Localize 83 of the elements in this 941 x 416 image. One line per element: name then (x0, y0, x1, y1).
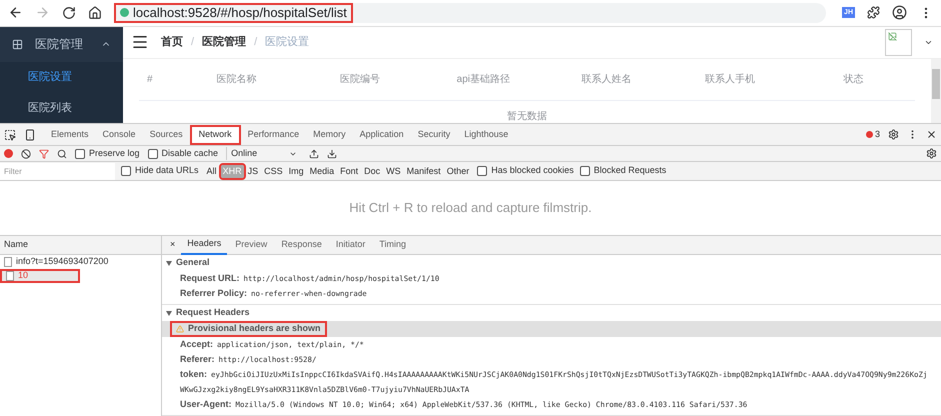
checkbox[interactable] (121, 166, 131, 176)
url-text: localhost:9528/#/hosp/hospitalSet/list (133, 4, 347, 22)
clear-icon[interactable] (21, 148, 31, 158)
checkbox[interactable] (148, 148, 158, 158)
close-button[interactable]: × (166, 238, 180, 252)
column-header: 医院名称 (216, 72, 258, 87)
detail-tab[interactable]: Headers (181, 236, 228, 254)
section-header[interactable]: Request Headers (162, 305, 941, 321)
type-filter[interactable]: Doc (362, 164, 382, 178)
sidebar-item[interactable]: 医院列表 (0, 92, 123, 123)
inspect-icon[interactable] (4, 128, 16, 140)
column-header: 状态 (842, 72, 864, 87)
address-bar[interactable]: localhost:9528/#/hosp/hospitalSet/list (114, 2, 826, 23)
column-header: api基础路径 (456, 72, 511, 87)
blocked-requests-checkbox[interactable]: Blocked Requests (580, 164, 666, 178)
section-header[interactable]: General (162, 255, 941, 271)
warning-icon (176, 325, 184, 333)
broken-image-icon (888, 32, 897, 41)
type-filter[interactable]: Other (444, 164, 472, 178)
device-icon[interactable] (24, 128, 36, 140)
checkbox[interactable] (477, 166, 488, 176)
blocked-cookies-checkbox[interactable]: Has blocked cookies (477, 164, 574, 178)
devtools-tab[interactable]: Elements (44, 124, 96, 144)
type-filter[interactable]: CSS (262, 164, 285, 178)
type-filter[interactable]: Font (338, 164, 360, 178)
name-column-header[interactable]: Name (0, 236, 161, 255)
column-header: 医院编号 (338, 72, 381, 87)
filter-field[interactable]: Filter (0, 162, 115, 180)
type-filter[interactable]: Media (308, 164, 336, 178)
filter-icon[interactable] (39, 148, 49, 158)
type-filter[interactable]: All (204, 164, 219, 178)
error-count[interactable]: 3 (866, 128, 880, 142)
column-header: # (146, 72, 154, 87)
devtools-tab[interactable]: Network (190, 124, 241, 144)
hide-data-urls-checkbox[interactable]: Hide data URLs (121, 164, 199, 178)
sidebar-menu[interactable]: 医院管理 (0, 26, 123, 62)
type-filter[interactable]: Manifest (404, 164, 443, 178)
site-icon (120, 8, 129, 18)
close-icon[interactable] (926, 129, 937, 140)
devtools-tab[interactable]: Performance (240, 124, 306, 144)
breadcrumb-item[interactable]: 医院管理 (202, 34, 246, 51)
devtools-tab[interactable]: Lighthouse (457, 124, 516, 144)
devtools-tab[interactable]: Security (410, 124, 458, 144)
download-icon[interactable] (327, 148, 338, 158)
checkbox[interactable] (75, 148, 85, 158)
preserve-log-checkbox[interactable]: Preserve log (75, 146, 140, 160)
sidebar-item[interactable]: 医院设置 (0, 62, 123, 93)
settings-icon[interactable] (926, 148, 937, 159)
devtools-tab[interactable]: Memory (306, 124, 353, 144)
breadcrumb-separator: / (254, 35, 258, 50)
filmstrip-hint: Hit Ctrl + R to reload and capture filmstrip. (349, 199, 592, 218)
column-header: 联系人手机 (704, 72, 756, 87)
search-icon[interactable] (57, 148, 67, 158)
extensions-icon[interactable] (867, 6, 880, 20)
detail-tab[interactable]: Response (275, 236, 328, 254)
type-filter[interactable]: Img (286, 164, 306, 178)
empty-text: 暂无数据 (507, 110, 547, 123)
type-filter[interactable]: JS (246, 164, 260, 178)
detail-tab[interactable]: Initiator (330, 236, 372, 254)
devtools-tab[interactable]: Console (96, 124, 143, 144)
disable-cache-checkbox[interactable]: Disable cache (148, 146, 218, 160)
grid-icon (12, 38, 23, 50)
request-row[interactable]: info?t=1594693407200 (0, 255, 161, 269)
detail-tab[interactable]: Preview (229, 236, 274, 254)
devtools-tab[interactable]: Sources (142, 124, 190, 144)
settings-icon[interactable] (888, 129, 899, 140)
throttling-select[interactable]: Online (226, 146, 302, 160)
avatar-image[interactable] (885, 28, 912, 56)
upload-icon[interactable] (309, 148, 320, 158)
home-icon[interactable] (88, 6, 102, 20)
checkbox[interactable] (580, 166, 590, 176)
detail-tab[interactable]: Timing (373, 236, 412, 254)
provisional-warning: Provisional headers are shown (170, 321, 327, 337)
devtools-tab[interactable]: Application (352, 124, 411, 144)
breadcrumb-item: 医院设置 (265, 35, 310, 50)
type-filter[interactable]: WS (384, 164, 403, 178)
profile-icon[interactable] (892, 5, 907, 20)
breadcrumb-item[interactable]: 首页 (161, 34, 183, 51)
breadcrumb-separator: / (191, 35, 194, 50)
back-icon[interactable] (8, 5, 23, 20)
record-button[interactable] (4, 149, 13, 158)
column-header: 联系人姓名 (580, 72, 633, 87)
reload-icon[interactable] (62, 6, 76, 20)
